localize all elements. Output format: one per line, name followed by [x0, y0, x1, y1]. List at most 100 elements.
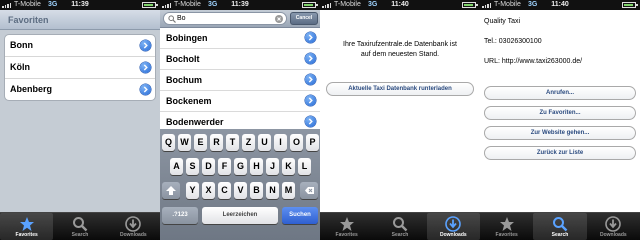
disclosure-arrow-icon[interactable]: [140, 84, 151, 95]
taxi-phone: Tel.: 03026300100: [484, 38, 542, 45]
tab-label: Search: [391, 232, 409, 238]
back-to-list-button[interactable]: Zurück zur Liste: [484, 146, 636, 160]
battery-icon: [622, 2, 638, 8]
key[interactable]: C: [218, 182, 231, 199]
taxi-name: Quality Taxi: [484, 18, 521, 25]
list-item[interactable]: Köln: [5, 57, 155, 79]
search-icon: [168, 15, 176, 23]
update-database-button[interactable]: Aktuelle Taxi Datenbank runterladen: [326, 82, 474, 96]
key[interactable]: T: [226, 134, 239, 151]
key[interactable]: F: [218, 158, 231, 175]
search-key[interactable]: Suchen: [282, 207, 318, 224]
disclosure-arrow-icon[interactable]: [140, 40, 151, 51]
key[interactable]: X: [202, 182, 215, 199]
key[interactable]: W: [178, 134, 191, 151]
key[interactable]: H: [250, 158, 263, 175]
magnifier-icon: [72, 217, 88, 232]
key[interactable]: A: [170, 158, 183, 175]
open-website-button[interactable]: Zur Website gehen...: [484, 126, 636, 140]
tab-label: Favorites: [495, 232, 518, 238]
list-item-label: Köln: [10, 62, 30, 72]
cancel-button[interactable]: Cancel: [290, 12, 318, 25]
tab-label: Search: [551, 232, 569, 238]
favorites-screen: T-Mobile 3G 11:39 Favoriten Bonn Köln Ab…: [0, 0, 160, 240]
clock: 11:39: [71, 1, 89, 8]
disclosure-arrow-icon[interactable]: [305, 95, 316, 106]
tab-label: Downloads: [119, 232, 147, 238]
key[interactable]: L: [298, 158, 311, 175]
tab-bar: Favorites Search Downloads: [320, 212, 480, 240]
clock: 11:39: [231, 1, 249, 8]
key[interactable]: G: [234, 158, 247, 175]
key[interactable]: S: [186, 158, 199, 175]
key[interactable]: R: [210, 134, 223, 151]
key[interactable]: U: [258, 134, 271, 151]
download-icon: [605, 216, 622, 232]
backspace-key[interactable]: [300, 182, 318, 199]
shift-key[interactable]: [162, 182, 180, 199]
tab-label: Search: [71, 232, 89, 238]
disclosure-arrow-icon[interactable]: [305, 32, 316, 43]
clock: 11:40: [391, 1, 409, 8]
magnifier-icon: [552, 217, 568, 232]
battery-icon: [462, 2, 478, 8]
key[interactable]: K: [282, 158, 295, 175]
disclosure-arrow-icon[interactable]: [305, 116, 316, 127]
search-query: Bo: [177, 15, 186, 22]
list-item-label: Abenberg: [10, 84, 53, 94]
tab-downloads[interactable]: Downloads: [426, 213, 480, 240]
list-item-label: Bocholt: [166, 54, 200, 64]
key[interactable]: M: [282, 182, 295, 199]
tab-favorites[interactable]: Favorites: [0, 213, 54, 240]
numbers-key[interactable]: .?123: [162, 207, 198, 224]
tab-favorites[interactable]: Favorites: [480, 213, 533, 240]
clock: 11:40: [551, 1, 569, 8]
disclosure-arrow-icon[interactable]: [305, 74, 316, 85]
add-favorite-button[interactable]: Zu Favoriten...: [484, 106, 636, 120]
tab-search[interactable]: Search: [373, 213, 426, 240]
key[interactable]: Z: [242, 134, 255, 151]
tab-downloads[interactable]: Downloads: [107, 213, 160, 240]
key[interactable]: V: [234, 182, 247, 199]
call-button[interactable]: Anrufen...: [484, 86, 636, 100]
tab-downloads[interactable]: Downloads: [587, 213, 640, 240]
key[interactable]: B: [250, 182, 263, 199]
key[interactable]: E: [194, 134, 207, 151]
status-bar: T-Mobile 3G 11:39: [160, 0, 320, 10]
list-item[interactable]: Bocholt: [160, 49, 320, 70]
status-bar: T-Mobile 3G 11:40: [320, 0, 480, 10]
key[interactable]: P: [306, 134, 319, 151]
tab-search[interactable]: Search: [533, 213, 587, 240]
list-item-label: Bochum: [166, 75, 202, 85]
key[interactable]: Y: [186, 182, 199, 199]
download-icon: [445, 216, 462, 232]
list-item[interactable]: Bochum: [160, 70, 320, 91]
key[interactable]: O: [290, 134, 303, 151]
list-item[interactable]: Bockenem: [160, 91, 320, 112]
list-item[interactable]: Abenberg: [5, 79, 155, 100]
key[interactable]: D: [202, 158, 215, 175]
key[interactable]: Q: [162, 134, 175, 151]
key[interactable]: J: [266, 158, 279, 175]
disclosure-arrow-icon[interactable]: [305, 53, 316, 64]
search-results: Bobingen Bocholt Bochum Bockenem Bodenwe…: [160, 28, 320, 133]
list-item[interactable]: Bobingen: [160, 28, 320, 49]
navigation-bar: Favoriten: [0, 10, 160, 30]
list-item-label: Bockenem: [166, 96, 212, 106]
key[interactable]: I: [274, 134, 287, 151]
clear-icon[interactable]: [275, 15, 283, 23]
star-icon: [499, 217, 514, 231]
search-bar: Bo Cancel: [160, 10, 320, 28]
space-key[interactable]: Leerzeichen: [202, 207, 278, 224]
on-screen-keyboard: Q W E R T Z U I O P A S D F G H J K L Y …: [160, 129, 320, 240]
database-status-message: Ihre Taxirufzentrale.de Datenbank ist au…: [328, 40, 472, 60]
search-input[interactable]: Bo: [163, 12, 287, 25]
disclosure-arrow-icon[interactable]: [140, 62, 151, 73]
tab-label: Downloads: [439, 232, 467, 238]
tab-favorites[interactable]: Favorites: [320, 213, 373, 240]
key[interactable]: N: [266, 182, 279, 199]
list-item[interactable]: Bonn: [5, 35, 155, 57]
battery-icon: [142, 2, 158, 8]
tab-search[interactable]: Search: [53, 213, 106, 240]
tab-bar: Favorites Search Downloads: [0, 212, 160, 240]
